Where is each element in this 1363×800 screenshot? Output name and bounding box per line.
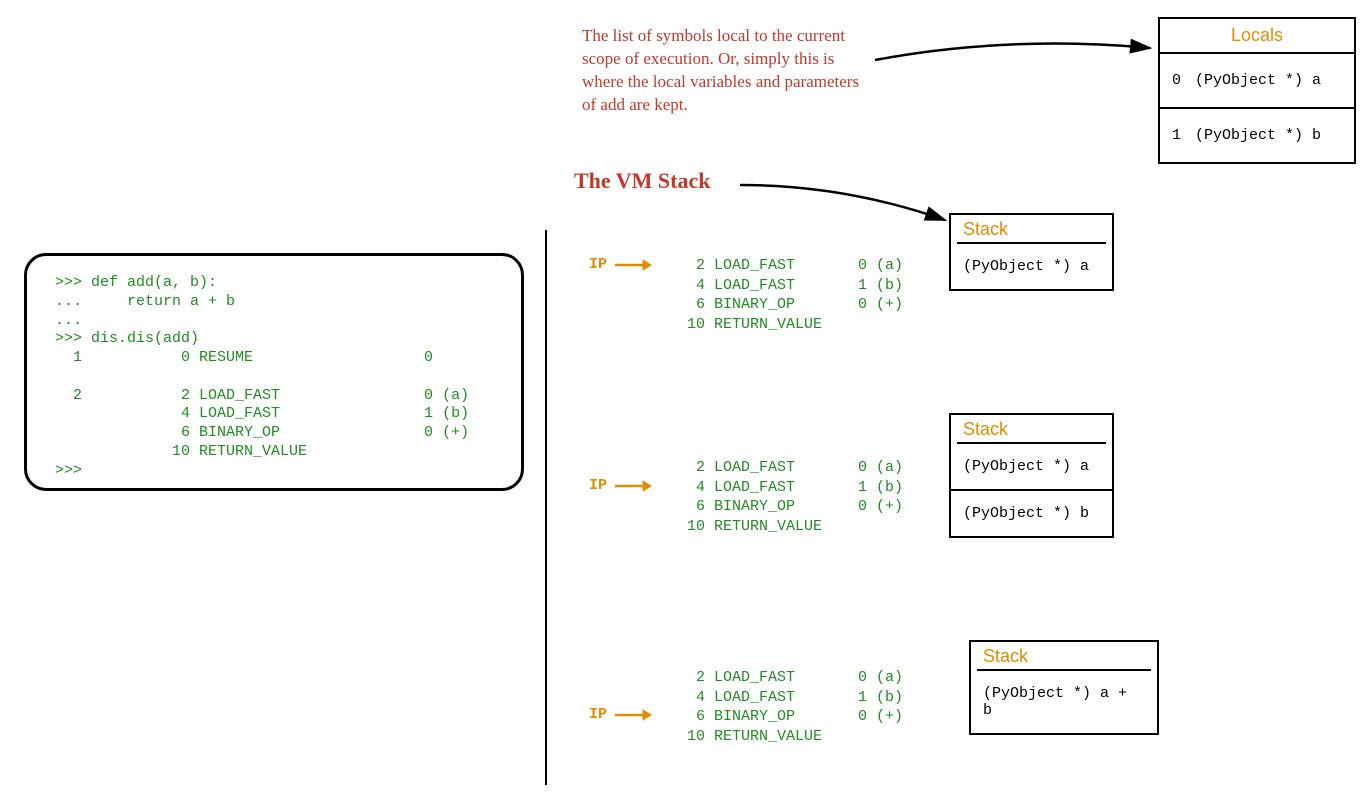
ip-text: IP <box>589 477 607 494</box>
ip-label-3: IP <box>589 706 653 723</box>
stack-header: Stack <box>951 415 1112 442</box>
arrow-to-locals-icon <box>870 30 1160 80</box>
ip-label-2: IP <box>589 477 653 494</box>
locals-val: (PyObject *) b <box>1195 127 1321 144</box>
vertical-divider <box>545 230 547 785</box>
stack-header: Stack <box>951 215 1112 242</box>
ip-arrow-icon <box>613 708 653 722</box>
locals-val: (PyObject *) a <box>1195 72 1321 89</box>
bytecode-step-1: 2 LOAD_FAST 0 (a) 4 LOAD_FAST 1 (b) 6 BI… <box>660 256 903 334</box>
stack-header: Stack <box>971 642 1157 669</box>
ip-text: IP <box>589 706 607 723</box>
repl-code-box: >>> def add(a, b): ... return a + b ... … <box>24 253 524 491</box>
stack-cell: (PyObject *) a + b <box>971 671 1157 733</box>
stack-box-2: Stack (PyObject *) a (PyObject *) b <box>949 413 1114 538</box>
ip-arrow-icon <box>613 479 653 493</box>
locals-idx: 1 <box>1172 127 1181 144</box>
locals-idx: 0 <box>1172 72 1181 89</box>
stack-cell: (PyObject *) a <box>951 444 1112 489</box>
bytecode-step-3: 2 LOAD_FAST 0 (a) 4 LOAD_FAST 1 (b) 6 BI… <box>660 668 903 746</box>
locals-header: Locals <box>1160 19 1354 54</box>
stack-box-1: Stack (PyObject *) a <box>949 213 1114 291</box>
stack-cell: (PyObject *) b <box>951 489 1112 536</box>
locals-row: 0 (PyObject *) a <box>1160 54 1354 109</box>
vm-stack-title: The VM Stack <box>574 168 711 194</box>
ip-arrow-icon <box>613 258 653 272</box>
ip-label-1: IP <box>589 256 653 273</box>
stack-cell: (PyObject *) a <box>951 244 1112 289</box>
bytecode-step-2: 2 LOAD_FAST 0 (a) 4 LOAD_FAST 1 (b) 6 BI… <box>660 458 903 536</box>
stack-box-3: Stack (PyObject *) a + b <box>969 640 1159 735</box>
ip-text: IP <box>589 256 607 273</box>
arrow-to-stack-icon <box>735 175 955 235</box>
locals-table: Locals 0 (PyObject *) a 1 (PyObject *) b <box>1158 17 1356 164</box>
locals-caption: The list of symbols local to the current… <box>582 25 862 117</box>
locals-row: 1 (PyObject *) b <box>1160 109 1354 162</box>
